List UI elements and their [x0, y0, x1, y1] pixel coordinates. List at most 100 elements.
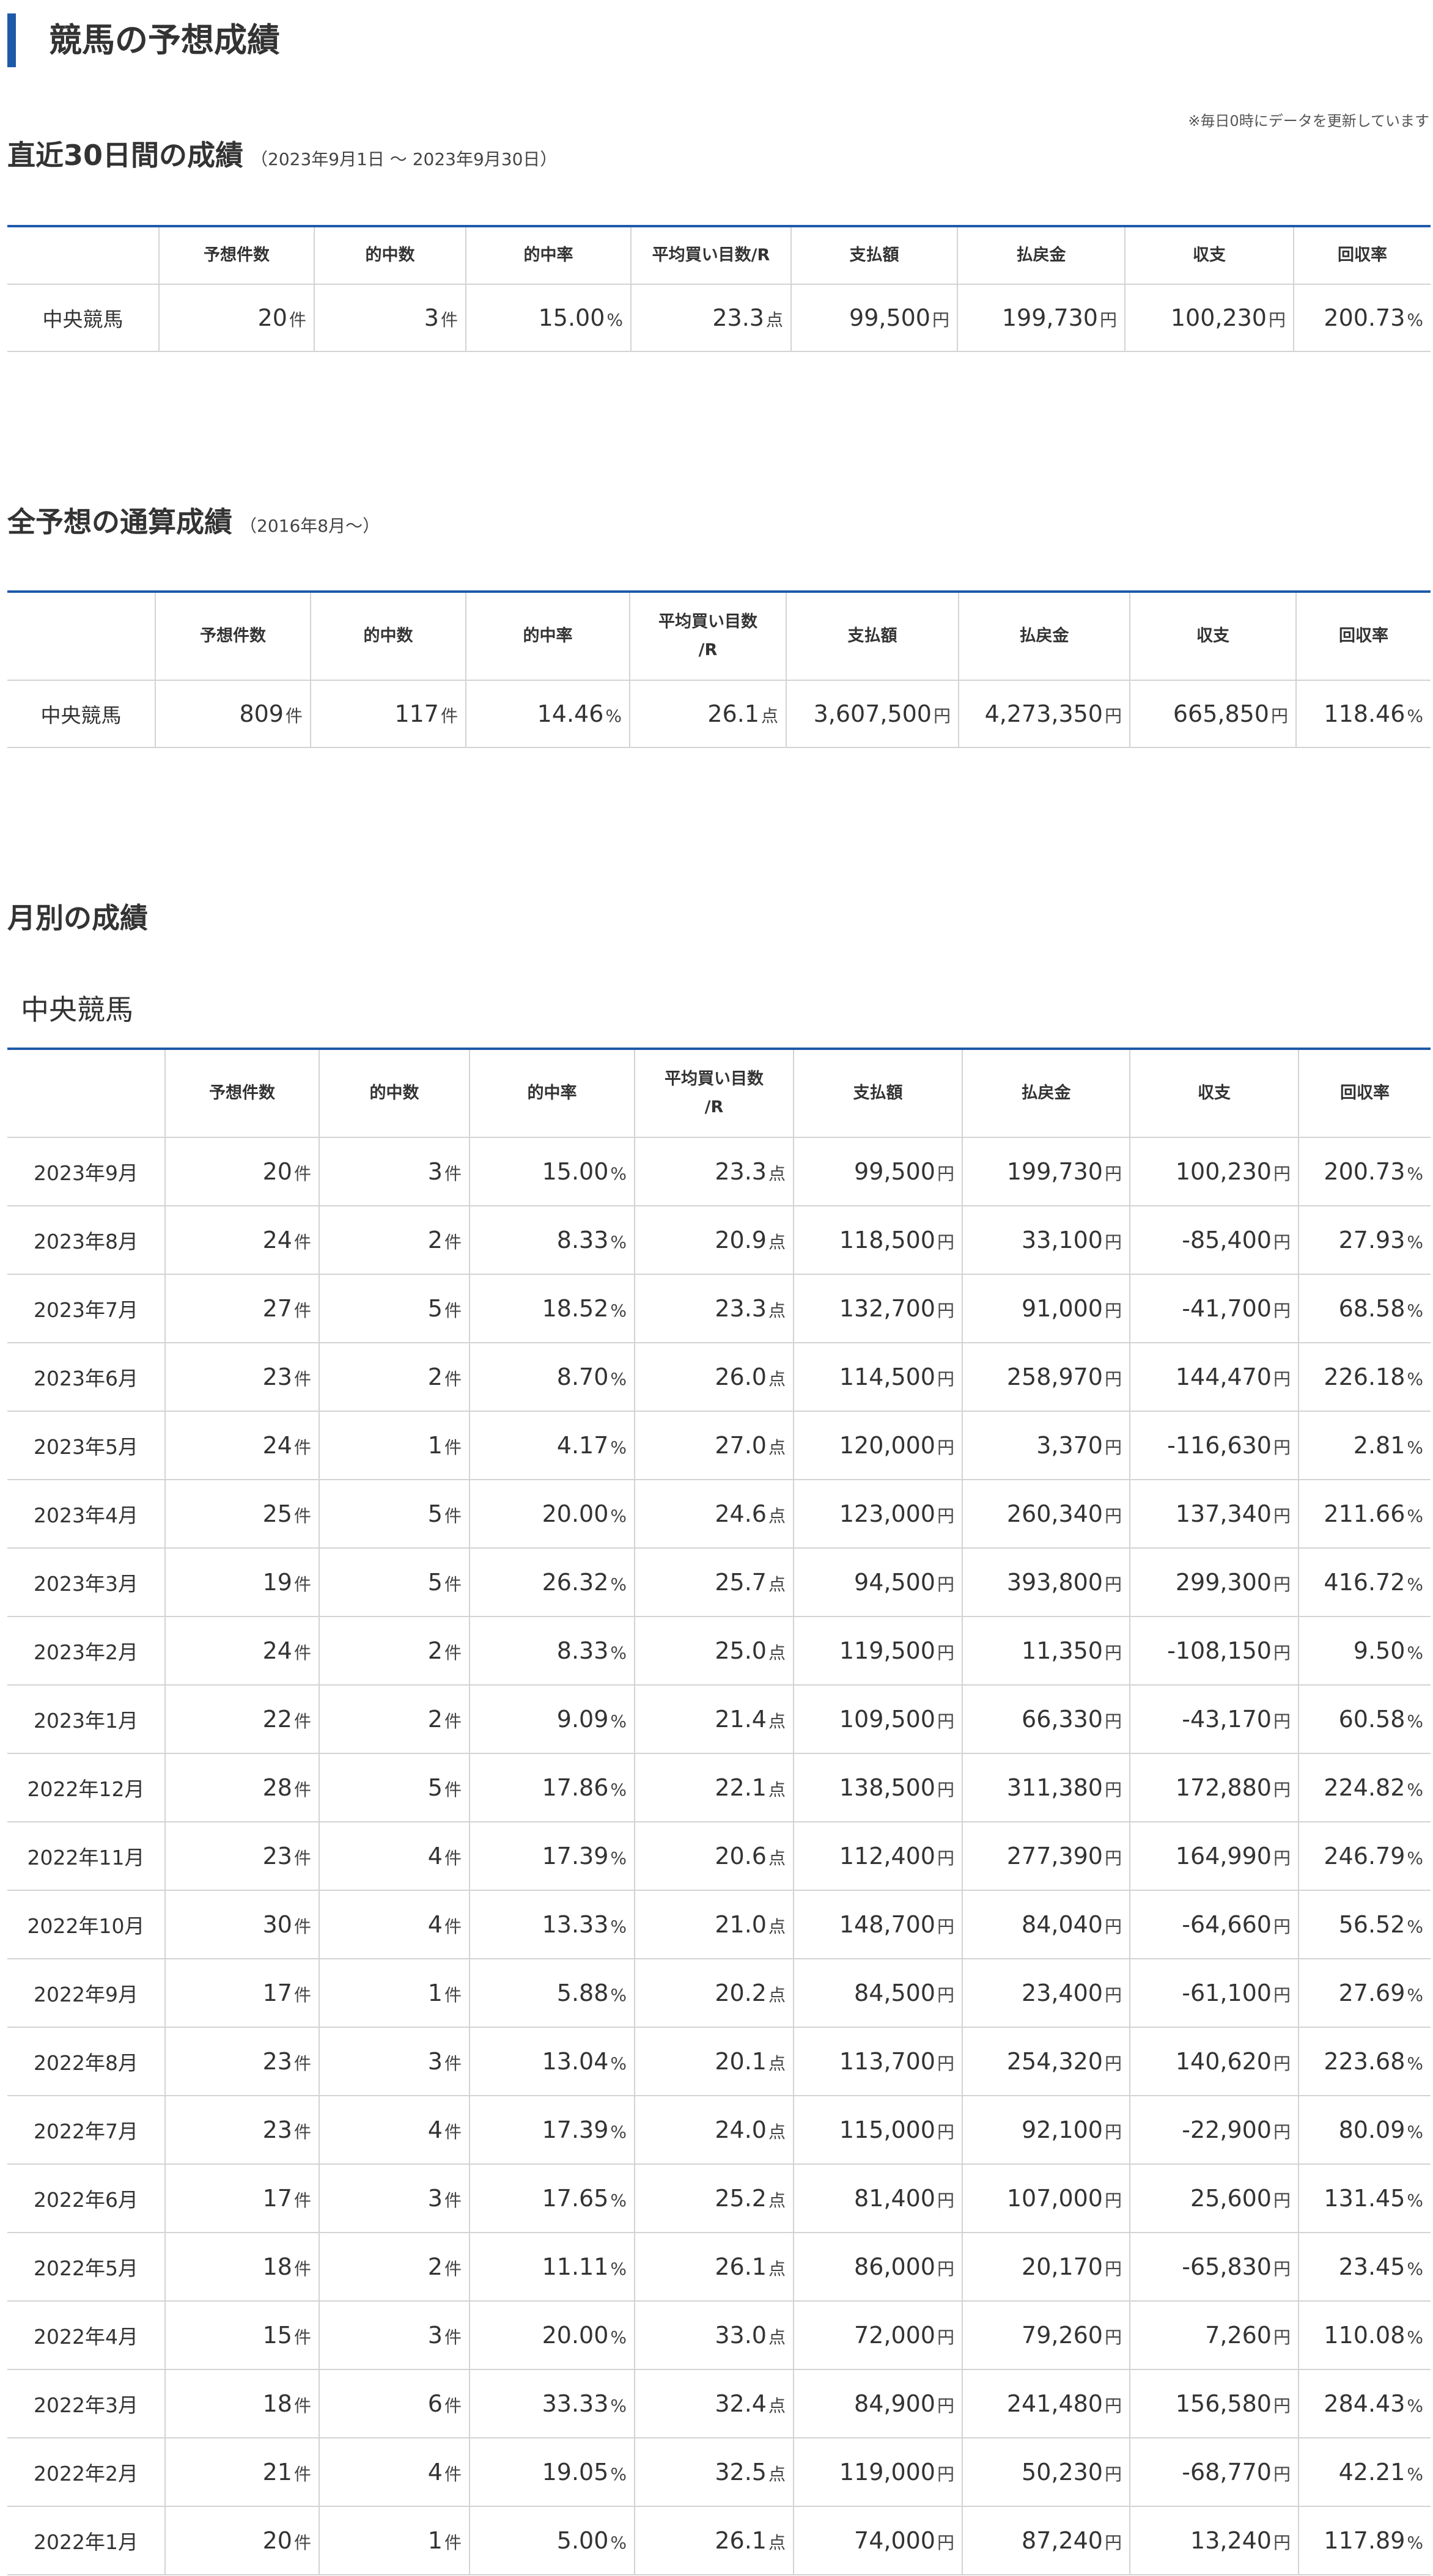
cell-value: -22,900: [1182, 2116, 1272, 2143]
col-header-hits: 的中数: [314, 226, 466, 285]
unit-label: 件: [293, 1506, 311, 1526]
cell-value: -85,400: [1182, 1227, 1272, 1253]
cell-value: 4: [427, 2116, 443, 2143]
cell-value: 223.68: [1324, 2048, 1405, 2075]
cell-value: 3: [424, 304, 439, 331]
cell-value: 20.9: [715, 1227, 767, 1253]
unit-label: 点: [768, 1506, 786, 1526]
table-row: 2022年5月 18 件 2 件 11.11% 26.1 点 86,000 円 20,170 円 -65…: [7, 2233, 1431, 2302]
cell-value: 20.00: [542, 2322, 609, 2349]
avg-bets-line2: /R: [698, 640, 718, 659]
hit-rate-cell: 5.00%: [470, 2506, 635, 2575]
col-header-hits: 的中数: [311, 592, 466, 681]
unit-label: %: [610, 2053, 627, 2074]
col-header-paid: 支払額: [786, 592, 959, 681]
unit-label: 円: [1273, 1780, 1291, 1800]
cell-value: -108,150: [1167, 1637, 1272, 1664]
payout-cell: 84,040 円: [962, 1890, 1130, 1959]
cell-value: 33.0: [715, 2322, 767, 2349]
unit-label: %: [610, 2533, 627, 2553]
unit-label: %: [1407, 1780, 1423, 1800]
unit-label: %: [1407, 1643, 1423, 1663]
unit-label: 件: [293, 1985, 311, 2005]
unit-label: 円: [1104, 1232, 1122, 1252]
avg-bets-cell: 24.0 点: [635, 2096, 794, 2165]
cell-value: 7,260: [1205, 2322, 1272, 2349]
cell-value: 74,000: [854, 2527, 935, 2554]
col-header-blank: [7, 592, 156, 681]
predictions-cell: 18 件: [165, 2369, 320, 2438]
hits-cell: 2件: [319, 1685, 470, 1754]
cell-value: 11.11: [542, 2253, 609, 2280]
payout-cell: 241,480 円: [962, 2369, 1130, 2438]
cell-value: 5.00: [556, 2527, 609, 2554]
balance-cell: 25,600 円: [1130, 2164, 1299, 2233]
cell-value: 80.09: [1338, 2116, 1405, 2143]
payout-cell: 66,330 円: [962, 1685, 1130, 1754]
unit-label: %: [610, 1780, 627, 1800]
row-label: 2022年6月: [7, 2164, 166, 2233]
unit-label: 点: [768, 1917, 786, 1937]
payout-cell: 393,800 円: [962, 1548, 1130, 1617]
predictions-cell: 30 件: [165, 1890, 320, 1959]
cell-value: -65,830: [1182, 2253, 1272, 2280]
balance-cell: 140,620 円: [1130, 2027, 1299, 2096]
cell-value: 4: [427, 1911, 443, 1938]
hits-cell: 4件: [319, 2096, 470, 2165]
table-row: 2022年11月 23 件 4 件 17.39% 20.6 点 112,400 円 277,390 円…: [7, 1822, 1431, 1891]
unit-label: %: [1407, 1506, 1423, 1526]
cell-value: 119,000: [839, 2459, 935, 2486]
unit-label: 円: [1273, 1301, 1291, 1321]
avg-bets-cell: 21.4 点: [635, 1685, 794, 1754]
cell-value: 277,390: [1006, 1843, 1103, 1870]
avg-bets-line1: 平均買い目数: [658, 612, 757, 631]
table-row: 2022年1月 20 件 1 件 5.00% 26.1 点 74,000 円 87,240 円 13,2…: [7, 2506, 1431, 2575]
cell-value: 18.52: [542, 1295, 609, 1322]
unit-label: 円: [1104, 2396, 1122, 2416]
unit-label: %: [1407, 1232, 1423, 1252]
unit-label: 点: [768, 2190, 786, 2211]
unit-label: 円: [1273, 2053, 1291, 2074]
hits-cell: 117 件: [311, 680, 466, 748]
col-header-balance: 収支: [1125, 226, 1294, 285]
cell-value: 115,000: [839, 2116, 935, 2143]
cell-value: 22.1: [715, 1774, 767, 1801]
cell-value: 416.72: [1324, 1569, 1405, 1596]
unit-label: 件: [444, 1780, 462, 1800]
unit-label: %: [1407, 1917, 1423, 1937]
unit-label: 件: [289, 310, 306, 330]
cell-value: 107,000: [1006, 2185, 1103, 2212]
unit-label: %: [610, 2327, 627, 2347]
unit-label: 件: [444, 2396, 462, 2416]
hits-cell: 2件: [319, 2233, 470, 2302]
cell-value: 22: [262, 1706, 292, 1733]
unit-label: %: [610, 1164, 627, 1184]
col-header-balance: 収支: [1130, 592, 1297, 681]
row-label: 中央競馬: [7, 680, 156, 748]
unit-label: 件: [444, 2122, 462, 2142]
recent-results-table: 予想件数 的中数 的中率 平均買い目数/R 支払額 払戻金 収支 回収率 中央競…: [7, 225, 1431, 352]
unit-label: 件: [444, 2464, 462, 2484]
unit-label: 円: [937, 1848, 954, 1868]
cell-value: 33,100: [1022, 1227, 1103, 1253]
monthly-subheading: 中央競馬: [21, 993, 133, 1026]
unit-label: 円: [1273, 1574, 1291, 1594]
payout-cell: 92,100 円: [962, 2096, 1130, 2165]
unit-label: %: [1407, 2464, 1423, 2484]
avg-bets-cell: 23.3 点: [635, 1137, 794, 1206]
cell-value: 2: [427, 1227, 443, 1253]
cell-value: 23: [262, 2116, 292, 2143]
return-rate-cell: 224.82%: [1299, 1753, 1431, 1822]
table-row: 2022年4月 15 件 3 件 20.00% 33.0 点 72,000 円 79,260 円 7,2…: [7, 2301, 1431, 2370]
page: 競馬の予想成績 ※毎日0時にデータを更新しています 直近30日間の成績 （2023…: [0, 0, 1433, 2576]
cell-value: 68.58: [1338, 1295, 1405, 1322]
unit-label: 円: [1104, 1437, 1122, 1458]
total-header-row: 予想件数 的中数 的中率 平均買い目数/R 支払額 払戻金 収支 回収率: [7, 592, 1431, 681]
unit-label: %: [1407, 2259, 1423, 2279]
predictions-cell: 20 件: [159, 284, 315, 352]
return-rate-cell: 60.58%: [1299, 1685, 1431, 1754]
unit-label: 円: [1104, 2053, 1122, 2074]
predictions-cell: 17 件: [165, 2164, 320, 2233]
predictions-cell: 809 件: [155, 680, 311, 748]
hit-rate-cell: 11.11%: [470, 2233, 635, 2302]
